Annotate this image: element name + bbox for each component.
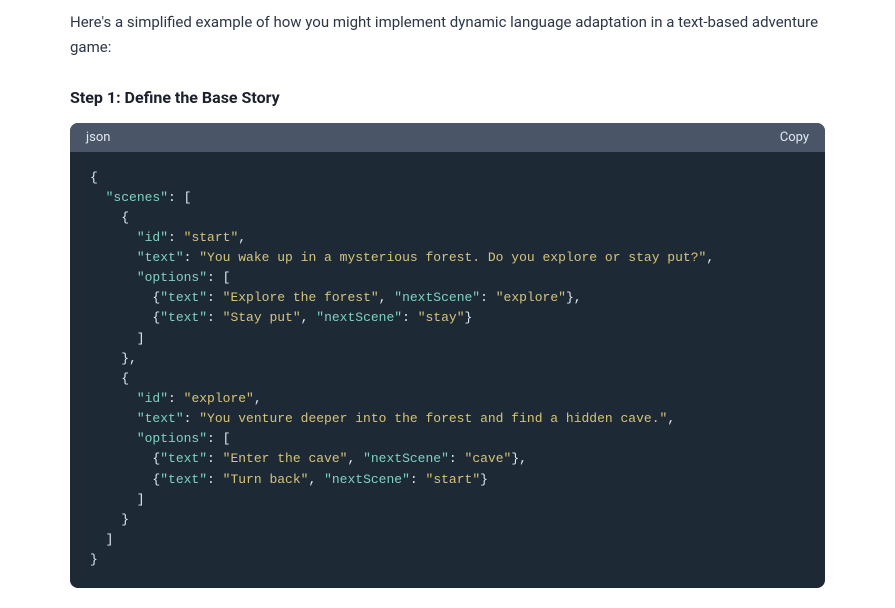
code-content: { "scenes": [ { "id": "start", "text": "…: [90, 168, 805, 571]
content-container: Here's a simplified example of how you m…: [0, 0, 895, 608]
code-block: json Copy { "scenes": [ { "id": "start",…: [70, 123, 825, 589]
intro-paragraph: Here's a simplified example of how you m…: [70, 10, 825, 60]
copy-button[interactable]: Copy: [780, 130, 809, 145]
code-header: json Copy: [70, 123, 825, 152]
code-body: { "scenes": [ { "id": "start", "text": "…: [70, 152, 825, 589]
step-heading: Step 1: Define the Base Story: [70, 88, 825, 107]
code-language-label: json: [86, 130, 110, 145]
